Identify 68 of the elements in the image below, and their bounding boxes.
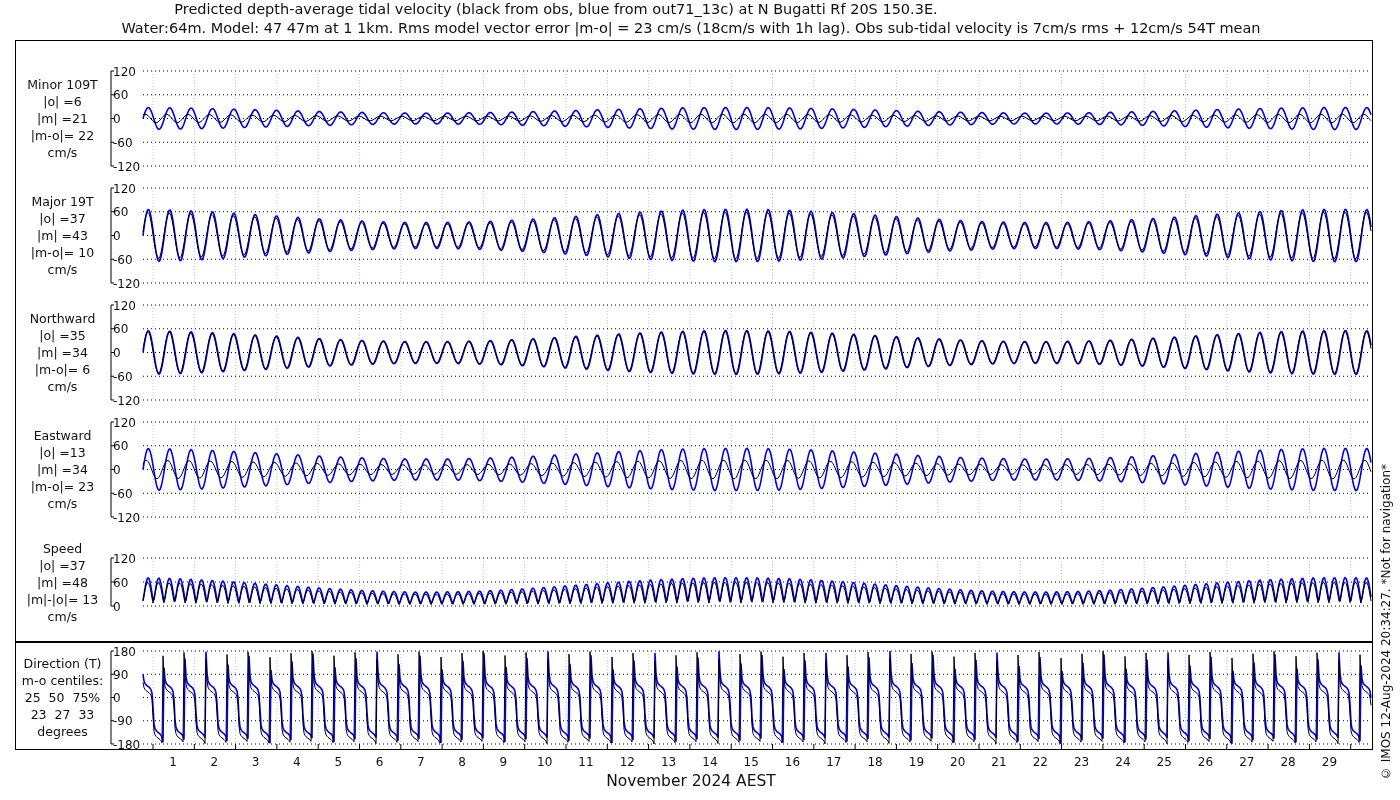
day-label: 26 [1197,755,1214,769]
y-tick-label: 90 [113,667,129,682]
y-axis [110,557,115,607]
day-label: 25 [1156,755,1172,769]
panel-label: Major 19T |o| =37 |m| =43 |m-o|= 10 cm/s [30,193,95,278]
y-tick-label: -120 [113,510,141,525]
day-label: 1 [169,755,177,769]
y-tick-label: 120 [113,298,136,313]
y-tick-label: 0 [113,463,121,477]
day-label: 23 [1073,755,1090,769]
y-tick-label: -180 [113,737,141,752]
day-label: 5 [334,755,342,769]
y-tick-label: 120 [113,551,136,566]
panel-label: Eastward |o| =13 |m| =34 |m-o|= 23 cm/s [30,427,95,512]
y-tick-label: 180 [113,644,136,659]
day-label: 19 [908,755,925,769]
day-label: 20 [950,755,966,769]
y-tick-label: 60 [113,88,129,103]
panel-label: Minor 109T |o| =6 |m| =21 |m-o|= 22 cm/s [27,76,98,161]
day-label: 6 [375,755,384,769]
y-tick-label: 0 [113,112,121,126]
y-tick-label: 0 [113,691,121,705]
panel-label: Direction (T) m-o centiles: 25 50 75% 23 27 33 degrees [21,655,104,740]
y-tick-label: 60 [113,439,129,454]
day-label: 14 [702,755,718,769]
y-tick-label: 120 [113,64,136,79]
y-tick-label: -120 [113,276,141,291]
x-axis-label: November 2024 AEST [605,772,777,790]
day-label: 12 [619,755,635,769]
panel-label: Northward |o| =35 |m| =34 |m-o|= 6 cm/s [29,310,96,395]
y-tick-label: -60 [113,252,133,267]
panel-label: Speed |o| =37 |m| =48 |m|-|o|= 13 cm/s [26,539,99,625]
y-tick-label: -60 [113,135,133,150]
y-tick-label: 60 [113,205,129,220]
day-label: 17 [826,755,842,769]
y-tick-label: 60 [113,322,129,337]
copyright-note: © IMOS 12-Aug-2024 20:34:27. *Not for navigation* [1379,463,1393,780]
y-tick-label: -60 [113,369,133,384]
y-tick-label: 0 [113,346,121,360]
y-tick-label: -90 [113,714,133,729]
day-label: 27 [1239,755,1255,769]
day-label: 7 [417,755,425,769]
y-tick-label: -120 [113,159,141,174]
day-label: 16 [784,755,801,769]
y-tick-label: 60 [113,575,129,590]
day-label: 2 [210,755,219,769]
y-tick-label: 0 [113,599,121,614]
day-label: 3 [251,755,260,769]
day-label: 15 [743,755,759,769]
day-label: 13 [660,755,677,769]
day-label: 4 [293,755,301,769]
y-tick-label: 120 [113,181,136,196]
y-tick-label: 120 [113,415,136,430]
y-tick-label: 0 [113,229,121,243]
day-label: 28 [1280,755,1296,769]
day-label: 8 [458,755,466,769]
y-tick-label: -120 [113,393,141,408]
chart-subtitle: Water:64m. Model: 47 47m at 1 1km. Rms model vector error |m-o| = 23 cm/s (18cm/s with 1h lag). Obs sub-tidal velocity is 7cm/s rms + 12cm/s 54T mean [120,19,1262,38]
day-label: 18 [867,755,883,769]
day-label: 10 [537,755,553,769]
day-label: 11 [578,755,594,769]
day-label: 9 [499,755,508,769]
day-label: 24 [1115,755,1131,769]
y-tick-label: -60 [113,486,133,501]
chart-title: Predicted depth-average tidal velocity (black from obs, blue from out71_13c) at N Bugatti Rf 20S 150.3E. [173,0,939,19]
day-label: 29 [1321,755,1338,769]
day-label: 22 [1032,755,1048,769]
day-label: 21 [991,755,1007,769]
